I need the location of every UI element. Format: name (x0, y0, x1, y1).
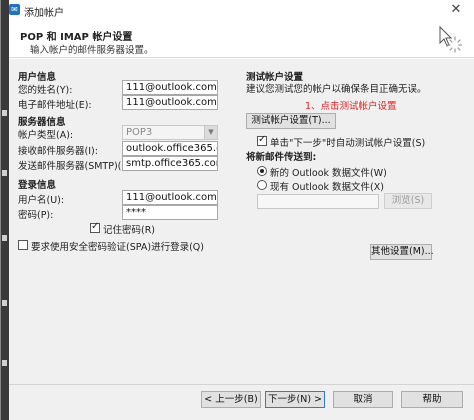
new-data-file-radio[interactable] (257, 166, 267, 176)
email-label: 电子邮件地址(E): (18, 100, 92, 111)
remember-password-checkbox[interactable] (90, 221, 100, 233)
page-title: POP 和 IMAP 帐户设置 (20, 32, 133, 43)
background-marker (2, 235, 7, 241)
more-settings-button[interactable]: 其他设置(M)... (370, 244, 434, 260)
loading-cursor-icon (439, 25, 462, 53)
window-title: 添加帐户 (24, 8, 64, 19)
test-account-settings-button[interactable]: 测试帐户设置(T)... (246, 113, 336, 129)
outgoing-server-field[interactable]: smtp.office365.com (122, 156, 218, 171)
password-label: 密码(P): (18, 210, 54, 221)
password-field[interactable]: **** (122, 205, 218, 220)
outgoing-server-label: 发送邮件服务器(SMTP)(O): (18, 161, 136, 172)
back-button[interactable]: < 上一步(B) (201, 391, 261, 408)
settings-panel: 用户信息 您的姓名(Y): 111@outlook.com 电子邮件地址(E):… (1, 59, 474, 384)
background-window-edge (1, 0, 9, 420)
auto-test-label: 单击"下一步"时自动测试帐户设置(S) (270, 138, 426, 149)
new-data-file-label: 新的 Outlook 数据文件(W) (270, 168, 387, 179)
account-type-select[interactable]: POP3 ▼ (122, 125, 218, 140)
cancel-button[interactable]: 取消 (333, 391, 393, 408)
add-account-dialog: ✉ 添加帐户 ✕ POP 和 IMAP 帐户设置 输入帐户的邮件服务器设置。 用… (0, 0, 474, 420)
background-marker (2, 360, 7, 366)
background-marker (2, 170, 7, 176)
name-label: 您的姓名(Y): (18, 85, 73, 96)
next-button[interactable]: 下一步(N) > (265, 391, 325, 408)
data-file-path-field[interactable] (257, 194, 379, 209)
dialog-footer: < 上一步(B) 下一步(N) > 取消 帮助 (1, 384, 474, 420)
account-type-label: 帐户类型(A): (18, 130, 74, 141)
spa-label: 要求使用安全密码验证(SPA)进行登录(Q) (31, 242, 204, 253)
title-bar: ✉ 添加帐户 ✕ (1, 0, 474, 20)
test-settings-description: 建议您测试您的帐户以确保条目正确无误。 (246, 84, 427, 95)
help-button[interactable]: 帮助 (401, 391, 463, 408)
dialog-header: POP 和 IMAP 帐户设置 输入帐户的邮件服务器设置。 (1, 20, 474, 58)
existing-data-file-label: 现有 Outlook 数据文件(X) (270, 182, 384, 193)
remember-password-label: 记住密码(R) (103, 225, 156, 236)
email-field[interactable]: 111@outlook.com (122, 95, 218, 110)
auto-test-checkbox[interactable] (257, 134, 267, 146)
username-label: 用户名(U): (18, 195, 65, 206)
chevron-down-icon: ▼ (204, 126, 217, 139)
server-info-heading: 服务器信息 (18, 117, 66, 128)
incoming-server-field[interactable]: outlook.office365.com (122, 141, 218, 156)
page-subtitle: 输入帐户的邮件服务器设置。 (30, 45, 154, 56)
background-marker (2, 110, 7, 116)
instruction-annotation: 1、点击测试帐户设置 (305, 101, 397, 112)
outlook-envelope-icon: ✉ (9, 4, 20, 15)
deliver-heading: 将新邮件传送到: (246, 152, 317, 163)
name-field[interactable]: 111@outlook.com (122, 80, 218, 95)
existing-data-file-radio[interactable] (257, 180, 267, 190)
spa-checkbox[interactable] (18, 240, 28, 250)
login-info-heading: 登录信息 (18, 180, 57, 191)
browse-button[interactable]: 浏览(S) (384, 193, 432, 209)
incoming-server-label: 接收邮件服务器(I): (18, 146, 98, 157)
user-info-heading: 用户信息 (18, 72, 57, 83)
account-type-value: POP3 (126, 127, 153, 138)
background-marker (2, 300, 7, 306)
close-button[interactable]: ✕ (442, 0, 470, 20)
username-field[interactable]: 111@outlook.com (122, 190, 218, 205)
